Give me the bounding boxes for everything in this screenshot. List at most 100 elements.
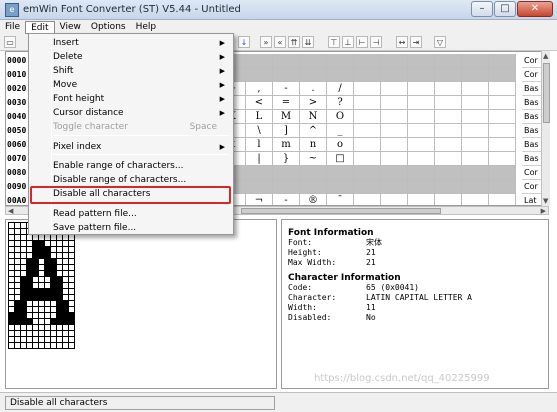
char-cell[interactable] [273, 166, 300, 180]
char-cell[interactable] [408, 194, 435, 205]
char-cell[interactable] [381, 166, 408, 180]
menu-item-read-pattern-file[interactable]: Read pattern file... [31, 207, 231, 221]
new-file-icon[interactable]: ▭ [4, 36, 16, 48]
align-top2-icon[interactable]: ⊥ [342, 36, 354, 48]
char-cell[interactable] [462, 138, 489, 152]
char-cell[interactable] [381, 54, 408, 68]
char-cell[interactable] [462, 166, 489, 180]
char-cell[interactable] [435, 54, 462, 68]
char-cell[interactable]: } [273, 152, 300, 166]
char-cell[interactable]: | [246, 152, 273, 166]
menu-item-pixel-index[interactable]: Pixel index ▶ [31, 140, 231, 154]
move-down-icon[interactable]: ↓ [238, 36, 250, 48]
flip-icon[interactable]: ▽ [434, 36, 446, 48]
menu-file[interactable]: File [0, 21, 25, 34]
shift-right-icon[interactable]: » [260, 36, 272, 48]
char-cell[interactable] [435, 96, 462, 110]
menu-item-save-pattern-file[interactable]: Save pattern file... [31, 221, 231, 235]
char-cell[interactable] [381, 96, 408, 110]
char-cell[interactable]: / [327, 82, 354, 96]
menu-edit[interactable]: Edit [25, 20, 55, 34]
char-cell[interactable]: l [246, 138, 273, 152]
scroll-up-icon[interactable]: ▲ [543, 52, 548, 60]
char-cell[interactable] [327, 166, 354, 180]
menu-options[interactable]: Options [86, 21, 131, 34]
char-cell[interactable] [408, 96, 435, 110]
char-cell[interactable]: \ [246, 124, 273, 138]
char-cell[interactable] [273, 180, 300, 194]
vertical-scrollbar[interactable]: ▲ ▼ [541, 51, 550, 206]
char-cell[interactable]: - [273, 194, 300, 205]
char-cell[interactable] [408, 124, 435, 138]
char-cell[interactable] [462, 68, 489, 82]
char-cell[interactable] [354, 194, 381, 205]
char-cell[interactable] [462, 96, 489, 110]
expand-icon[interactable]: ↔ [396, 36, 408, 48]
scroll-down-icon[interactable]: ▼ [543, 197, 548, 205]
menu-item-move[interactable]: Move ▶ [31, 78, 231, 92]
char-cell[interactable] [354, 166, 381, 180]
char-cell[interactable] [354, 124, 381, 138]
char-cell[interactable]: < [246, 96, 273, 110]
char-cell[interactable] [408, 166, 435, 180]
char-cell[interactable] [462, 124, 489, 138]
char-cell[interactable]: . [300, 82, 327, 96]
char-cell[interactable]: M [273, 110, 300, 124]
move-down-all-icon[interactable]: ⇊ [302, 36, 314, 48]
char-cell[interactable] [381, 110, 408, 124]
char-cell[interactable]: ¯ [327, 194, 354, 205]
char-cell[interactable] [489, 54, 516, 68]
close-button[interactable]: ✕ [517, 1, 553, 17]
char-cell[interactable] [435, 124, 462, 138]
move-up-all-icon[interactable]: ⇈ [288, 36, 300, 48]
char-cell[interactable] [327, 68, 354, 82]
char-cell[interactable] [435, 110, 462, 124]
menu-item-disable-range-of-characters[interactable]: Disable range of characters... [31, 173, 231, 187]
align-left-icon[interactable]: ⊢ [356, 36, 368, 48]
char-cell[interactable]: m [273, 138, 300, 152]
char-cell[interactable] [489, 152, 516, 166]
pixel-editor[interactable] [5, 219, 277, 389]
char-cell[interactable] [354, 110, 381, 124]
char-cell[interactable]: o [327, 138, 354, 152]
vertical-scroll-thumb[interactable] [543, 63, 550, 123]
char-cell[interactable] [381, 68, 408, 82]
char-cell[interactable] [273, 54, 300, 68]
char-cell[interactable]: ^ [300, 124, 327, 138]
char-cell[interactable] [300, 54, 327, 68]
char-cell[interactable] [381, 82, 408, 96]
char-cell[interactable]: = [273, 96, 300, 110]
align-top-icon[interactable]: ⊤ [328, 36, 340, 48]
char-cell[interactable] [354, 152, 381, 166]
char-cell[interactable] [408, 82, 435, 96]
shift-left-icon[interactable]: « [274, 36, 286, 48]
char-cell[interactable] [462, 194, 489, 205]
char-cell[interactable] [462, 180, 489, 194]
char-cell[interactable]: - [273, 82, 300, 96]
menu-item-font-height[interactable]: Font height ▶ [31, 92, 231, 106]
char-cell[interactable]: O [327, 110, 354, 124]
char-cell[interactable]: _ [327, 124, 354, 138]
char-cell[interactable] [489, 180, 516, 194]
pixel[interactable] [69, 343, 75, 349]
char-cell[interactable]: > [300, 96, 327, 110]
pixel-grid[interactable] [8, 222, 75, 349]
char-cell[interactable]: n [300, 138, 327, 152]
char-cell[interactable] [489, 194, 516, 205]
char-cell[interactable] [300, 68, 327, 82]
horizontal-scroll-thumb[interactable] [241, 208, 441, 214]
char-cell[interactable] [489, 138, 516, 152]
maximize-button[interactable]: □ [494, 1, 516, 17]
char-cell[interactable] [489, 110, 516, 124]
char-cell[interactable] [462, 82, 489, 96]
char-cell[interactable] [354, 68, 381, 82]
char-cell[interactable] [435, 138, 462, 152]
menu-help[interactable]: Help [131, 21, 162, 34]
char-cell[interactable] [408, 138, 435, 152]
char-cell[interactable] [381, 180, 408, 194]
char-cell[interactable] [408, 110, 435, 124]
char-cell[interactable] [435, 180, 462, 194]
char-cell[interactable] [462, 54, 489, 68]
char-cell[interactable] [354, 54, 381, 68]
char-cell[interactable] [246, 68, 273, 82]
